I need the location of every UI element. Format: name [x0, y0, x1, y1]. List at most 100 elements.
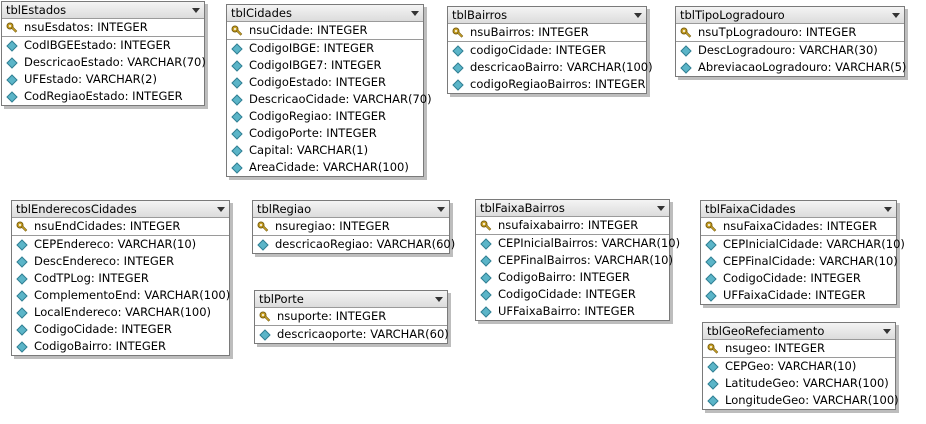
- primary-key-row[interactable]: nsuFaixaCidades: INTEGER: [701, 218, 896, 236]
- dropdown-arrow-icon[interactable]: [437, 207, 445, 212]
- column-row[interactable]: DescEndereco: INTEGER: [12, 253, 229, 270]
- column-label: nsugeo: INTEGER: [725, 341, 825, 355]
- table-title[interactable]: tblTipoLogradouro: [676, 7, 904, 24]
- column-row[interactable]: codigoCidade: INTEGER: [448, 42, 646, 59]
- column-row[interactable]: CEPFinalCidade: VARCHAR(10): [701, 253, 898, 270]
- diamond-icon: [231, 144, 243, 157]
- column-label: CEPFinalBairros: VARCHAR(10): [498, 253, 673, 267]
- primary-key-row[interactable]: nsuBairros: INTEGER: [448, 24, 646, 42]
- diamond-icon: [16, 323, 28, 336]
- column-row[interactable]: descricaoRegiao: VARCHAR(60): [253, 236, 455, 253]
- column-row[interactable]: CodigoPorte: INTEGER: [227, 125, 423, 142]
- column-row[interactable]: CodigoIBGE7: INTEGER: [227, 57, 423, 74]
- column-row[interactable]: LongitudeGeo: VARCHAR(100): [703, 392, 899, 409]
- primary-key-row[interactable]: nsugeo: INTEGER: [703, 340, 895, 358]
- column-row[interactable]: LocalEndereco: VARCHAR(100): [12, 304, 229, 321]
- diamond-icon: [452, 44, 464, 57]
- table-tblBairros[interactable]: tblBairros nsuBairros: INTEGER codigoCidad…: [447, 6, 653, 94]
- table-tblEstados[interactable]: tblEstados nsuEsdatos: INTEGER CodIBGEEsta…: [1, 1, 206, 106]
- column-row[interactable]: CEPEndereco: VARCHAR(10): [12, 236, 229, 253]
- primary-key-row[interactable]: nsuCidade: INTEGER: [227, 22, 423, 40]
- column-row[interactable]: UFEstado: VARCHAR(2): [2, 71, 204, 88]
- column-row[interactable]: AbreviacaoLogradouro: VARCHAR(5): [676, 59, 906, 76]
- table-tblRegiao[interactable]: tblRegiao nsuregiao: INTEGER descricaoRegi…: [252, 200, 455, 254]
- table-tblFaixaCidades[interactable]: tblFaixaCidades nsuFaixaCidades: INTEGER C…: [700, 200, 905, 305]
- column-row[interactable]: CodigoRegiao: INTEGER: [227, 108, 423, 125]
- column-row[interactable]: AreaCidade: VARCHAR(100): [227, 159, 423, 176]
- diamond-icon: [16, 238, 28, 251]
- diamond-icon: [705, 238, 717, 251]
- dropdown-arrow-icon[interactable]: [634, 13, 642, 18]
- column-row[interactable]: CodIBGEEstado: INTEGER: [2, 37, 204, 54]
- column-label: CodigoBairro: INTEGER: [34, 339, 167, 353]
- primary-key-row[interactable]: nsuporte: INTEGER: [255, 308, 447, 326]
- column-row[interactable]: CodigoBairro: INTEGER: [12, 338, 229, 355]
- column-row[interactable]: descricaoporte: VARCHAR(60): [255, 326, 449, 343]
- column-row[interactable]: CEPInicialCidade: VARCHAR(10): [701, 236, 905, 253]
- column-label: UFFaixaCidade: INTEGER: [723, 288, 866, 302]
- table-title[interactable]: tblFaixaBairros: [476, 200, 669, 217]
- table-title[interactable]: tblGeoRefeciamento: [703, 323, 895, 340]
- table-tblPorte[interactable]: tblPorte nsuporte: INTEGER descricaoporte:…: [254, 290, 449, 344]
- column-label: codigoCidade: INTEGER: [470, 43, 607, 57]
- table-tblEnderecosCidades[interactable]: tblEnderecosCidades nsuEndCidades: INTEGE…: [11, 200, 230, 356]
- column-row[interactable]: UFFaixaCidade: INTEGER: [701, 287, 896, 304]
- primary-key-row[interactable]: nsuregiao: INTEGER: [253, 218, 449, 236]
- column-label: UFFaixaBairro: INTEGER: [498, 304, 635, 318]
- column-label: nsuEndCidades: INTEGER: [34, 219, 181, 233]
- column-label: CEPEndereco: VARCHAR(10): [34, 237, 197, 251]
- column-label: CodigoEstado: INTEGER: [249, 75, 387, 89]
- column-row[interactable]: DescricaoEstado: VARCHAR(70): [2, 54, 206, 71]
- column-label: descricaoRegiao: VARCHAR(60): [275, 237, 456, 251]
- diamond-icon: [705, 272, 717, 285]
- column-row[interactable]: CEPInicialBairros: VARCHAR(10): [476, 235, 680, 252]
- column-row[interactable]: codigoRegiaoBairros: INTEGER: [448, 76, 646, 93]
- table-tblTipoLogradouro[interactable]: tblTipoLogradouro nsuTpLogradouro: INTEGE…: [675, 6, 906, 77]
- column-row[interactable]: CodigoIBGE: INTEGER: [227, 40, 423, 57]
- table-title[interactable]: tblEnderecosCidades: [12, 201, 229, 218]
- table-title[interactable]: tblPorte: [255, 291, 447, 308]
- column-row[interactable]: CodigoBairro: INTEGER: [476, 269, 669, 286]
- column-row[interactable]: CodRegiaoEstado: INTEGER: [2, 88, 204, 105]
- dropdown-arrow-icon[interactable]: [217, 207, 225, 212]
- dropdown-arrow-icon[interactable]: [657, 206, 665, 211]
- column-label: CodigoCidade: INTEGER: [723, 271, 861, 285]
- column-label: CodigoCidade: INTEGER: [498, 287, 636, 301]
- dropdown-arrow-icon[interactable]: [883, 329, 891, 334]
- primary-key-row[interactable]: nsuEsdatos: INTEGER: [2, 19, 204, 37]
- table-title[interactable]: tblCidades: [227, 5, 423, 22]
- column-row[interactable]: LatitudeGeo: VARCHAR(100): [703, 375, 895, 392]
- column-row[interactable]: CodigoCidade: INTEGER: [476, 286, 669, 303]
- column-row[interactable]: CodigoEstado: INTEGER: [227, 74, 423, 91]
- table-title[interactable]: tblEstados: [2, 2, 204, 19]
- table-tblFaixaBairros[interactable]: tblFaixaBairros nsufaixabairro: INTEGER CE…: [475, 199, 680, 321]
- column-row[interactable]: Capital: VARCHAR(1): [227, 142, 423, 159]
- table-title[interactable]: tblBairros: [448, 7, 646, 24]
- column-row[interactable]: DescLogradouro: VARCHAR(30): [676, 42, 904, 59]
- primary-key-row[interactable]: nsuEndCidades: INTEGER: [12, 218, 229, 236]
- column-row[interactable]: CodTPLog: INTEGER: [12, 270, 229, 287]
- column-row[interactable]: UFFaixaBairro: INTEGER: [476, 303, 669, 320]
- dropdown-arrow-icon[interactable]: [892, 13, 900, 18]
- table-tblCidades[interactable]: tblCidades nsuCidade: INTEGER CodigoIBGE: …: [226, 4, 432, 177]
- primary-key-row[interactable]: nsuTpLogradouro: INTEGER: [676, 24, 904, 42]
- column-row[interactable]: CodigoCidade: INTEGER: [701, 270, 896, 287]
- table-tblGeoRefeciamento[interactable]: tblGeoRefeciamento nsugeo: INTEGER CEPGeo:…: [702, 322, 899, 410]
- table-title[interactable]: tblFaixaCidades: [701, 201, 896, 218]
- table-title[interactable]: tblRegiao: [253, 201, 449, 218]
- primary-key-row[interactable]: nsufaixabairro: INTEGER: [476, 217, 669, 235]
- column-label: CodIBGEEstado: INTEGER: [24, 38, 171, 52]
- column-row[interactable]: descricaoBairro: VARCHAR(100): [448, 59, 653, 76]
- dropdown-arrow-icon[interactable]: [884, 207, 892, 212]
- diamond-icon: [6, 73, 18, 86]
- column-row[interactable]: DescricaoCidade: VARCHAR(70): [227, 91, 432, 108]
- dropdown-arrow-icon[interactable]: [192, 8, 200, 13]
- diamond-icon: [231, 93, 243, 106]
- column-row[interactable]: CEPGeo: VARCHAR(10): [703, 358, 895, 375]
- dropdown-arrow-icon[interactable]: [435, 297, 443, 302]
- column-row[interactable]: CEPFinalBairros: VARCHAR(10): [476, 252, 673, 269]
- column-row[interactable]: CodigoCidade: INTEGER: [12, 321, 229, 338]
- column-label: CodigoIBGE7: INTEGER: [249, 58, 382, 72]
- dropdown-arrow-icon[interactable]: [411, 11, 419, 16]
- column-row[interactable]: ComplementoEnd: VARCHAR(100): [12, 287, 230, 304]
